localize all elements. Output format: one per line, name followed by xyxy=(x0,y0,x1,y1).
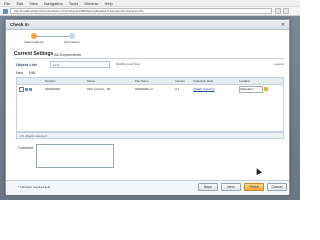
column-header-file-name[interactable]: File Name xyxy=(133,78,173,84)
table-row[interactable]: 000000000 SKF Content - 00 00000000.prt … xyxy=(17,85,283,93)
back-button[interactable]: Back xyxy=(198,183,218,191)
object-list-select[interactable]: As Is xyxy=(50,61,110,68)
cancel-button[interactable]: Cancel xyxy=(267,183,287,191)
required-note: * Indicates required field xyxy=(18,185,51,189)
cell-file-name: 00000000.prt xyxy=(135,87,153,91)
menu-item-navigation[interactable]: Navigation xyxy=(44,1,63,6)
step-label: Select Objects xyxy=(24,40,44,44)
cell-number: 000000000 xyxy=(45,87,61,91)
column-header-name[interactable]: Name xyxy=(85,78,133,84)
column-header-version[interactable]: Version xyxy=(173,78,191,84)
next-button[interactable]: Next xyxy=(221,183,241,191)
folder-icon[interactable] xyxy=(264,87,268,92)
finish-button[interactable]: Finish xyxy=(244,183,264,191)
object-list-row: Object List As Is Modified and New Legen… xyxy=(16,61,284,69)
wizard-steps: Select Objects Set Options xyxy=(14,33,94,45)
step-indicator-icon xyxy=(69,33,75,39)
page-icon xyxy=(3,9,8,14)
table-toolbar: New Edit xyxy=(16,71,35,75)
tab-all-dependents[interactable]: All Dependents xyxy=(54,52,81,57)
cell-collection-rule[interactable]: Initially Selected xyxy=(191,85,237,93)
menu-item-window[interactable]: Window xyxy=(84,1,98,6)
comment-textarea[interactable] xyxy=(36,144,114,168)
cell-name: SKF Content - 00 xyxy=(87,87,111,91)
location-select[interactable]: /Standard xyxy=(239,85,263,93)
browser-nav-buttons xyxy=(275,8,289,14)
row-controls xyxy=(17,85,43,93)
table-empty-area xyxy=(17,93,283,131)
part-icon xyxy=(24,87,28,91)
step-set-options[interactable]: Set Options xyxy=(52,33,92,44)
menu-item-tools[interactable]: Tools xyxy=(69,1,78,6)
menu-item-help[interactable]: Help xyxy=(104,1,112,6)
column-header-number[interactable]: Number xyxy=(43,78,85,84)
divider xyxy=(14,58,284,59)
column-header-collection-rule[interactable]: Collection Rule xyxy=(191,78,237,84)
dialog-title: Check In xyxy=(6,20,289,30)
address-bar: http://localhost/tcpm/CheckIn/index.html… xyxy=(0,7,300,16)
go-icon[interactable] xyxy=(275,8,281,14)
menu-item-file[interactable]: File xyxy=(4,1,10,6)
dialog-footer: * Indicates required field Back Next Fin… xyxy=(6,180,289,195)
row-checkbox[interactable] xyxy=(19,86,24,92)
refresh-icon[interactable] xyxy=(283,8,289,14)
cell-location: /Standard xyxy=(237,85,283,93)
toolbar-edit-button[interactable]: Edit xyxy=(29,71,35,75)
menu-item-view[interactable]: View xyxy=(29,1,38,6)
close-icon[interactable]: ✕ xyxy=(280,22,286,28)
info-icon[interactable] xyxy=(28,87,32,91)
step-label: Set Options xyxy=(64,40,80,44)
comment-label: Comment xyxy=(18,146,34,150)
browser-menubar: File Edit View Navigation Tools Window Help xyxy=(0,0,300,7)
object-list-label: Object List xyxy=(16,62,37,67)
section-title: Current Settings xyxy=(14,51,54,57)
column-header-location[interactable]: Location xyxy=(237,78,283,84)
menu-item-edit[interactable]: Edit xyxy=(16,1,23,6)
url-field[interactable]: http://localhost/tcpm/CheckIn/index.html… xyxy=(10,8,272,14)
check-in-dialog: Check In ✕ Select Objects Set Options Cu… xyxy=(5,19,290,195)
column-header-select xyxy=(17,78,43,84)
objects-table: Number Name File Name Version Collection… xyxy=(16,77,284,132)
toolbar-new-button[interactable]: New xyxy=(16,71,23,75)
row-icons xyxy=(24,87,32,91)
object-filter-select[interactable]: Modified and New xyxy=(116,61,186,68)
selection-status: 1/1 objects selected xyxy=(16,132,284,139)
step-indicator-icon xyxy=(31,33,37,39)
step-select-objects[interactable]: Select Objects xyxy=(14,33,54,44)
cell-version: A.1 xyxy=(175,87,180,91)
collection-rule-link[interactable]: Initially Selected xyxy=(193,87,215,91)
legend-link[interactable]: Legend xyxy=(274,62,284,66)
table-header: Number Name File Name Version Collection… xyxy=(17,78,283,85)
